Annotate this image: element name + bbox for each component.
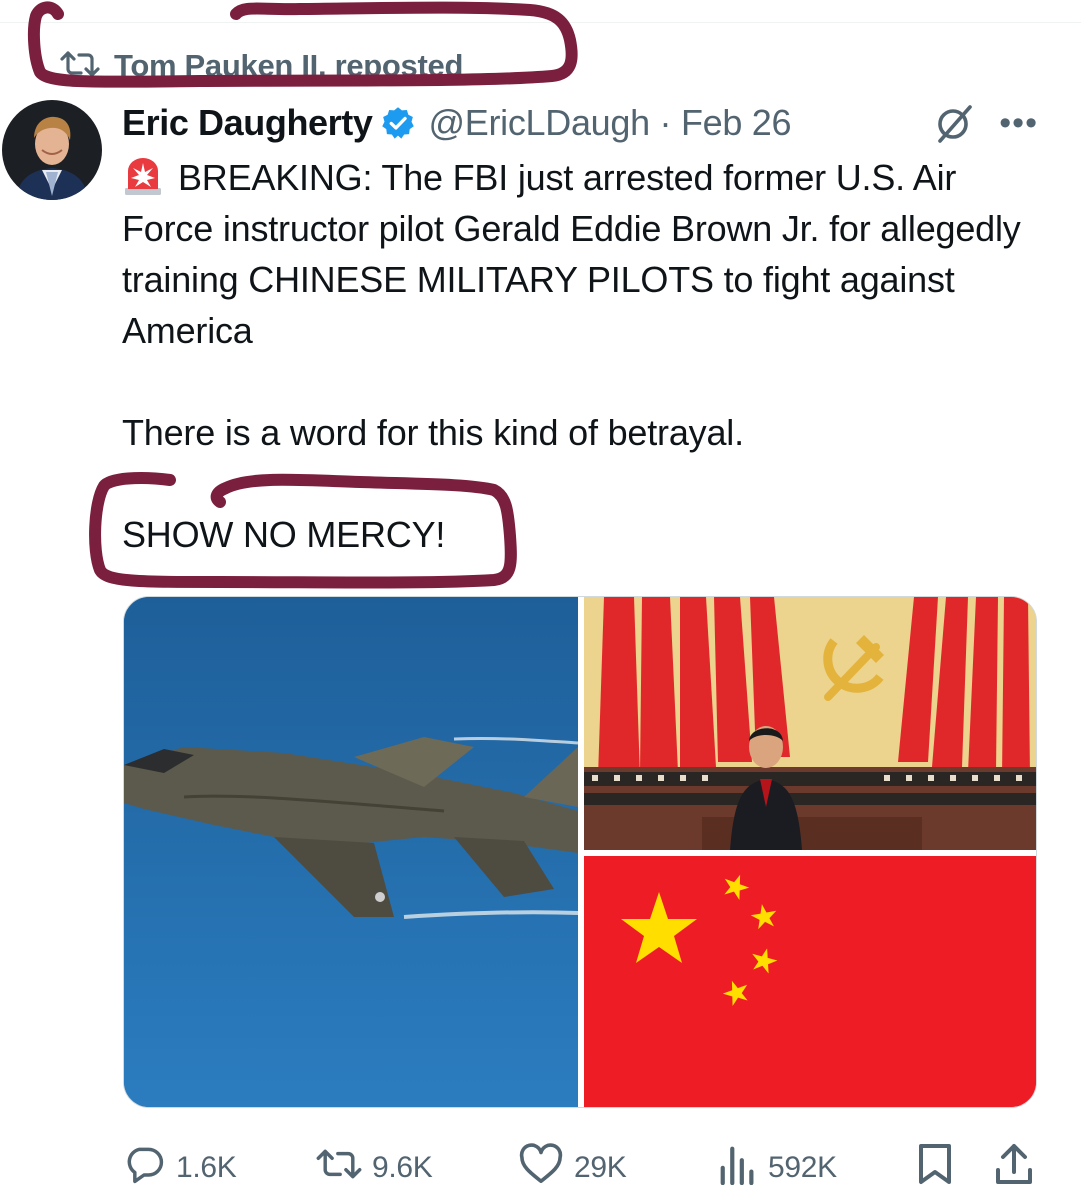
like-count: 29K (574, 1151, 627, 1184)
tweet-paragraph-3: SHOW NO MERCY! (122, 514, 446, 555)
tweet-paragraph-1: BREAKING: The FBI just arrested former U… (122, 157, 1031, 351)
date-separator: · (659, 102, 672, 143)
congress-hall-photo[interactable] (584, 597, 1036, 850)
bookmark-icon (916, 1142, 954, 1194)
top-divider (0, 22, 1081, 23)
share-button[interactable] (994, 1142, 1034, 1194)
avatar[interactable] (2, 100, 102, 200)
reply-button[interactable]: 1.6K (122, 1142, 237, 1194)
repost-label[interactable]: Tom Pauken II. reposted (114, 48, 463, 84)
views-button[interactable]: 592K (718, 1142, 837, 1194)
tweet-date[interactable]: Feb 26 (681, 102, 792, 143)
grok-icon[interactable] (932, 104, 976, 149)
repost-count: 9.6K (372, 1151, 433, 1184)
bookmark-button[interactable] (916, 1142, 954, 1194)
repost-icon (316, 1144, 362, 1192)
views-icon (718, 1143, 758, 1193)
repost-icon (60, 49, 100, 84)
action-bar: 1.6K 9.6K 29K 592K (122, 1142, 1042, 1194)
siren-emoji-icon (122, 156, 164, 196)
china-flag-photo[interactable] (584, 856, 1036, 1107)
repost-button[interactable]: 9.6K (316, 1142, 433, 1194)
verified-badge-icon[interactable] (380, 105, 416, 141)
reply-icon (122, 1142, 166, 1194)
repost-context[interactable]: Tom Pauken II. reposted (60, 46, 463, 86)
share-icon (994, 1142, 1034, 1194)
like-button[interactable]: 29K (518, 1142, 627, 1194)
tweet-paragraph-2: There is a word for this kind of betraya… (122, 412, 744, 453)
handle-and-date: @EricLDaugh · Feb 26 (428, 102, 791, 144)
tweet-text: BREAKING: The FBI just arrested former U… (122, 152, 1052, 560)
tweet-header: Eric Daugherty @EricLDaugh · Feb 26 ••• (122, 100, 1052, 146)
views-count: 592K (768, 1151, 837, 1184)
media-grid[interactable] (123, 596, 1037, 1108)
more-options-icon[interactable]: ••• (999, 106, 1038, 140)
author-name[interactable]: Eric Daugherty (122, 102, 373, 144)
author-handle[interactable]: @EricLDaugh (428, 102, 650, 143)
fighter-jet-photo[interactable] (124, 597, 578, 1107)
reply-count: 1.6K (176, 1151, 237, 1184)
heart-icon (518, 1143, 564, 1193)
